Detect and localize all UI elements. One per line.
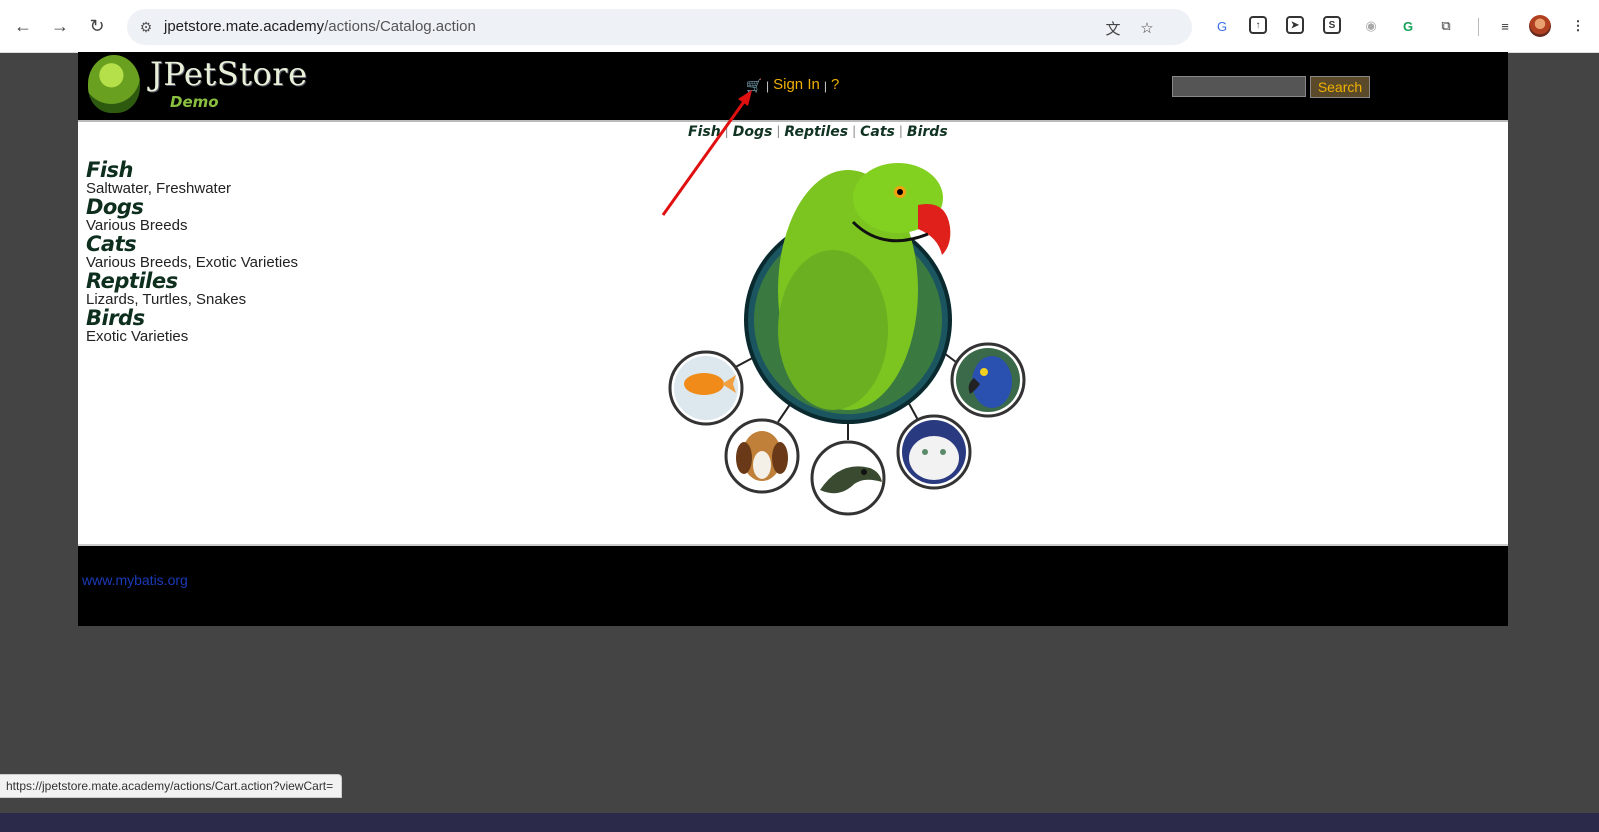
toolbar-divider (1478, 18, 1479, 36)
logo-subtitle: Demo (170, 93, 219, 111)
quicklink-separator: | (776, 124, 781, 138)
translate-icon[interactable]: 文 (1102, 17, 1124, 39)
back-arrow-icon[interactable]: ← (10, 13, 36, 39)
site-header: JPetStore Demo 🛒 | Sign In | ? Search (78, 52, 1508, 120)
macaw-image-link[interactable] (950, 342, 1026, 418)
bookmark-star-icon[interactable]: ☆ (1136, 17, 1158, 39)
menu-separator: | (823, 79, 827, 93)
url-text[interactable]: jpetstore.mate.academy/actions/Catalog.a… (164, 18, 476, 35)
category-dogs: Dogs Various Breeds (86, 197, 298, 235)
main-content: Fish | Dogs | Reptiles | Cats | Birds Fish S… (78, 120, 1508, 546)
jpetstore-logo[interactable]: JPetStore Demo (88, 55, 318, 117)
pet-category-image-map (668, 163, 1026, 516)
translate-extension-icon[interactable]: G (1212, 16, 1232, 36)
category-link-cats[interactable]: Cats (86, 234, 298, 255)
shopping-cart-icon[interactable]: 🛒 (746, 79, 762, 93)
quicklink-dogs[interactable]: Dogs (733, 124, 773, 140)
parrot-logo-icon (88, 55, 140, 113)
extension-s-icon[interactable]: S (1323, 16, 1341, 34)
header-menu: 🛒 | Sign In | ? (746, 76, 839, 93)
search-input[interactable] (1172, 76, 1306, 97)
category-sidebar: Fish Saltwater, Freshwater Dogs Various … (86, 160, 298, 346)
mybatis-link[interactable]: www.mybatis.org (82, 572, 188, 588)
category-cats: Cats Various Breeds, Exotic Varieties (86, 234, 298, 272)
category-link-reptiles[interactable]: Reptiles (86, 271, 298, 292)
category-desc: Exotic Varieties (86, 328, 189, 345)
logo-name: JPetStore (150, 55, 308, 93)
quicklink-separator: | (724, 124, 729, 138)
quick-links: Fish | Dogs | Reptiles | Cats | Birds (688, 124, 948, 140)
extension-send-icon[interactable]: ➤ (1286, 16, 1304, 34)
grammarly-icon[interactable]: G (1398, 16, 1418, 36)
media-queue-icon[interactable]: ≡ (1495, 16, 1515, 36)
quicklink-separator: | (852, 124, 857, 138)
quicklink-fish[interactable]: Fish (688, 124, 721, 140)
category-fish: Fish Saltwater, Freshwater (86, 160, 298, 198)
address-bar[interactable]: ⚙ jpetstore.mate.academy/actions/Catalog… (127, 9, 1192, 45)
reload-icon[interactable]: ↻ (84, 13, 110, 39)
quicklink-reptiles[interactable]: Reptiles (784, 124, 848, 140)
help-link[interactable]: ? (831, 76, 839, 93)
quicklink-separator: | (898, 124, 903, 138)
fish-image-link[interactable] (668, 350, 744, 426)
quicklink-birds[interactable]: Birds (907, 124, 948, 140)
jpetstore-page: JPetStore Demo 🛒 | Sign In | ? Search Fi… (78, 52, 1508, 626)
birds-image-link[interactable] (744, 163, 952, 424)
reptiles-image-link[interactable] (810, 440, 886, 516)
category-reptiles: Reptiles Lizards, Turtles, Snakes (86, 271, 298, 309)
quicklink-cats[interactable]: Cats (860, 124, 895, 140)
cats-image-link[interactable] (896, 414, 972, 490)
browser-menu-icon[interactable]: ⋮ (1568, 16, 1588, 36)
url-path: /actions/Catalog.action (324, 18, 476, 35)
os-taskbar (0, 813, 1599, 832)
forward-arrow-icon[interactable]: → (47, 13, 73, 39)
category-link-birds[interactable]: Birds (86, 308, 298, 329)
category-link-fish[interactable]: Fish (86, 160, 298, 181)
menu-separator: | (766, 79, 770, 93)
sign-in-link[interactable]: Sign In (773, 76, 820, 93)
site-footer: www.mybatis.org (78, 544, 1508, 616)
dogs-image-link[interactable] (724, 418, 800, 494)
search-button[interactable]: Search (1310, 76, 1370, 98)
profile-avatar[interactable] (1529, 15, 1551, 37)
site-settings-icon[interactable]: ⚙ (137, 18, 155, 36)
extension-globe-icon[interactable]: ◉ (1361, 16, 1381, 36)
url-host: jpetstore.mate.academy (164, 18, 325, 35)
status-bar-url: https://jpetstore.mate.academy/actions/C… (0, 774, 343, 798)
category-birds: Birds Exotic Varieties (86, 308, 298, 346)
extension-arrow-icon[interactable]: ↑ (1249, 16, 1267, 34)
extensions-puzzle-icon[interactable]: ⧉ (1436, 16, 1456, 36)
category-link-dogs[interactable]: Dogs (86, 197, 298, 218)
browser-toolbar: ← → ↻ ⚙ jpetstore.mate.academy/actions/C… (0, 0, 1599, 53)
